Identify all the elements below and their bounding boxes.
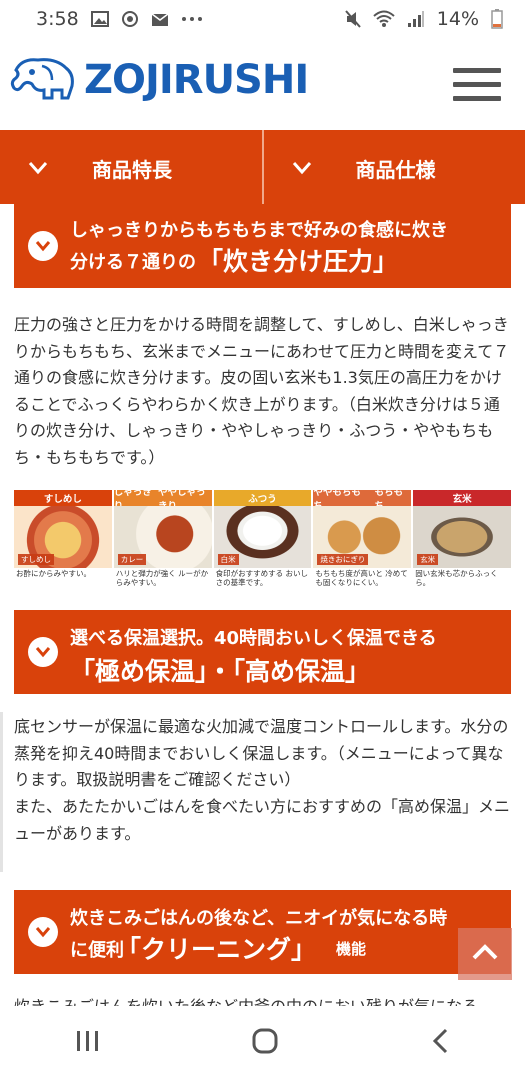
photo-desc: もちもち度が高いと 冷めても固くなりにくい。 xyxy=(315,569,408,587)
mute-icon xyxy=(345,10,361,28)
curry-image: カレー xyxy=(113,506,212,568)
chevron-up-icon xyxy=(471,943,499,965)
photo-desc: 食印がおすすめする おいしさの基準です。 xyxy=(215,569,308,587)
recents-icon[interactable] xyxy=(75,1029,101,1057)
signal-icon xyxy=(407,10,425,28)
section-body: 圧力の強さと圧力をかける時間を調整して、すしめし、白米しゃっきりからもちもち、玄… xyxy=(14,315,510,467)
photo-tag: 白米 xyxy=(217,554,239,565)
elephant-icon xyxy=(8,52,80,108)
tab-label: 商品仕様 xyxy=(355,158,436,182)
photo-tag: 玄米 xyxy=(417,554,439,565)
sync-icon xyxy=(121,10,139,28)
white-rice-image: 白米 xyxy=(213,506,312,568)
section-body-extra: また、あたたかいごはんを食べたい方におすすめの「高め保温」メニューがあります。 xyxy=(14,797,511,843)
back-icon[interactable] xyxy=(430,1028,450,1058)
home-icon[interactable] xyxy=(251,1027,279,1059)
chevron-down-circle-icon xyxy=(28,637,58,667)
section-body-partial: 炊きこみごはんを炊いた後など内釜の中のにおい残りが気になる xyxy=(14,994,514,1006)
status-bar: 3:58 14% xyxy=(0,0,525,38)
tab-label: 商品特長 xyxy=(92,158,172,182)
photo-white-rice: ふつう 白米 食印がおすすめする おいしさの基準です。 xyxy=(213,490,312,592)
edge-panel-handle[interactable] xyxy=(0,712,3,872)
banner-title-line1: しゃっきりからもちもちまで好みの食感に炊き xyxy=(70,220,448,241)
banner-title-line1: 選べる保温選択。40時間おいしく保温できる xyxy=(70,628,437,649)
photo-header: すしめし xyxy=(14,490,112,506)
more-icon xyxy=(181,16,203,22)
section-banner-keep-warm: 選べる保温選択。40時間おいしく保温できる 「極め保温」・「高め保温」 xyxy=(14,610,511,694)
system-nav-bar xyxy=(0,1006,525,1080)
photo-onigiri: ややもちもちもちもち 焼きおにぎり もちもち度が高いと 冷めても固くなりにくい。 xyxy=(313,490,412,592)
tab-specs[interactable]: 商品仕様 xyxy=(261,130,525,204)
status-time: 3:58 xyxy=(36,8,79,30)
photo-header: ややもちもちもちもち xyxy=(313,490,412,512)
sushimeshi-image: すしめし xyxy=(14,506,112,568)
photo-header: 玄米 xyxy=(413,490,511,506)
banner-title-line2-large: 「極め保温」・「高め保温」 xyxy=(70,657,371,686)
photo-tag: カレー xyxy=(117,554,147,565)
chevron-down-icon xyxy=(292,156,312,180)
battery-icon xyxy=(491,9,503,29)
photo-desc: ハリと弾力が強く ルーがからみやすい。 xyxy=(115,569,209,587)
tab-features[interactable]: 商品特長 xyxy=(0,130,262,204)
photo-curry: しゃっきりややしゃっきり カレー ハリと弾力が強く ルーがからみやすい。 xyxy=(113,490,212,592)
wifi-icon xyxy=(373,10,395,28)
content-area[interactable]: しゃっきりからもちもちまで好みの食感に炊き 分ける７通りの 「炊き分け圧力」 圧… xyxy=(0,204,525,1006)
photo-tag: すしめし xyxy=(18,554,54,565)
hamburger-line xyxy=(453,96,501,101)
banner-title-line1: 炊きこみごはんの後など、ニオイが気になる時 xyxy=(70,908,448,929)
photo-desc: お酢にからみやすい。 xyxy=(16,569,91,578)
photo-tag: 焼きおにぎり xyxy=(317,554,369,565)
hamburger-menu-button[interactable] xyxy=(453,68,501,102)
photo-sushimeshi: すしめし すしめし お酢にからみやすい。 xyxy=(14,490,112,592)
battery-percent: 14% xyxy=(436,8,479,30)
photo-genmai: 玄米 玄米 固い玄米も芯からふっくら。 xyxy=(413,490,511,592)
mail-icon xyxy=(151,11,169,27)
feature-tabs: 商品特長 商品仕様 xyxy=(0,130,525,204)
image-icon xyxy=(90,11,109,27)
chevron-down-circle-icon xyxy=(28,917,58,947)
logo-text: ZOJIRUSHI xyxy=(84,57,309,103)
genmai-image: 玄米 xyxy=(413,506,511,568)
hamburger-icon xyxy=(453,68,501,73)
photo-header: ふつう xyxy=(213,490,312,506)
photo-header-label: 玄米 xyxy=(452,494,472,505)
site-header: ZOJIRUSHI xyxy=(0,38,525,130)
banner-title-line2-small: 分ける７通りの xyxy=(70,252,196,273)
photo-header: しゃっきりややしゃっきり xyxy=(113,490,212,512)
section-body: 底センサーが保温に最適な火加減で温度コントロールします。水分の蒸発を抑え40時間… xyxy=(14,717,509,789)
photo-header-label: ふつう xyxy=(248,494,277,505)
section-banner-pressure: しゃっきりからもちもちまで好みの食感に炊き 分ける７通りの 「炊き分け圧力」 xyxy=(14,204,511,288)
chevron-down-circle-icon xyxy=(28,231,58,261)
zojirushi-logo[interactable]: ZOJIRUSHI xyxy=(8,52,309,108)
chevron-down-icon xyxy=(28,156,48,180)
banner-title-line2-large: 「炊き分け圧力」 xyxy=(198,247,399,276)
photo-desc: 固い玄米も芯からふっくら。 xyxy=(415,569,498,587)
banner-title-line2-suffix: 機能 xyxy=(336,940,367,958)
banner-title-line2-large: 「クリーニング」 xyxy=(116,935,317,964)
onigiri-image: 焼きおにぎり xyxy=(313,506,412,568)
photo-header-label: すしめし xyxy=(43,494,82,505)
scroll-to-top-button[interactable] xyxy=(458,928,512,980)
section-banner-cleaning: 炊きこみごはんの後など、ニオイが気になる時 に便利 「クリーニング」 機能 xyxy=(14,890,511,974)
rice-texture-photos: すしめし すしめし お酢にからみやすい。 しゃっきりややしゃっきり カレー ハリ… xyxy=(14,490,511,592)
hamburger-line xyxy=(453,82,501,87)
